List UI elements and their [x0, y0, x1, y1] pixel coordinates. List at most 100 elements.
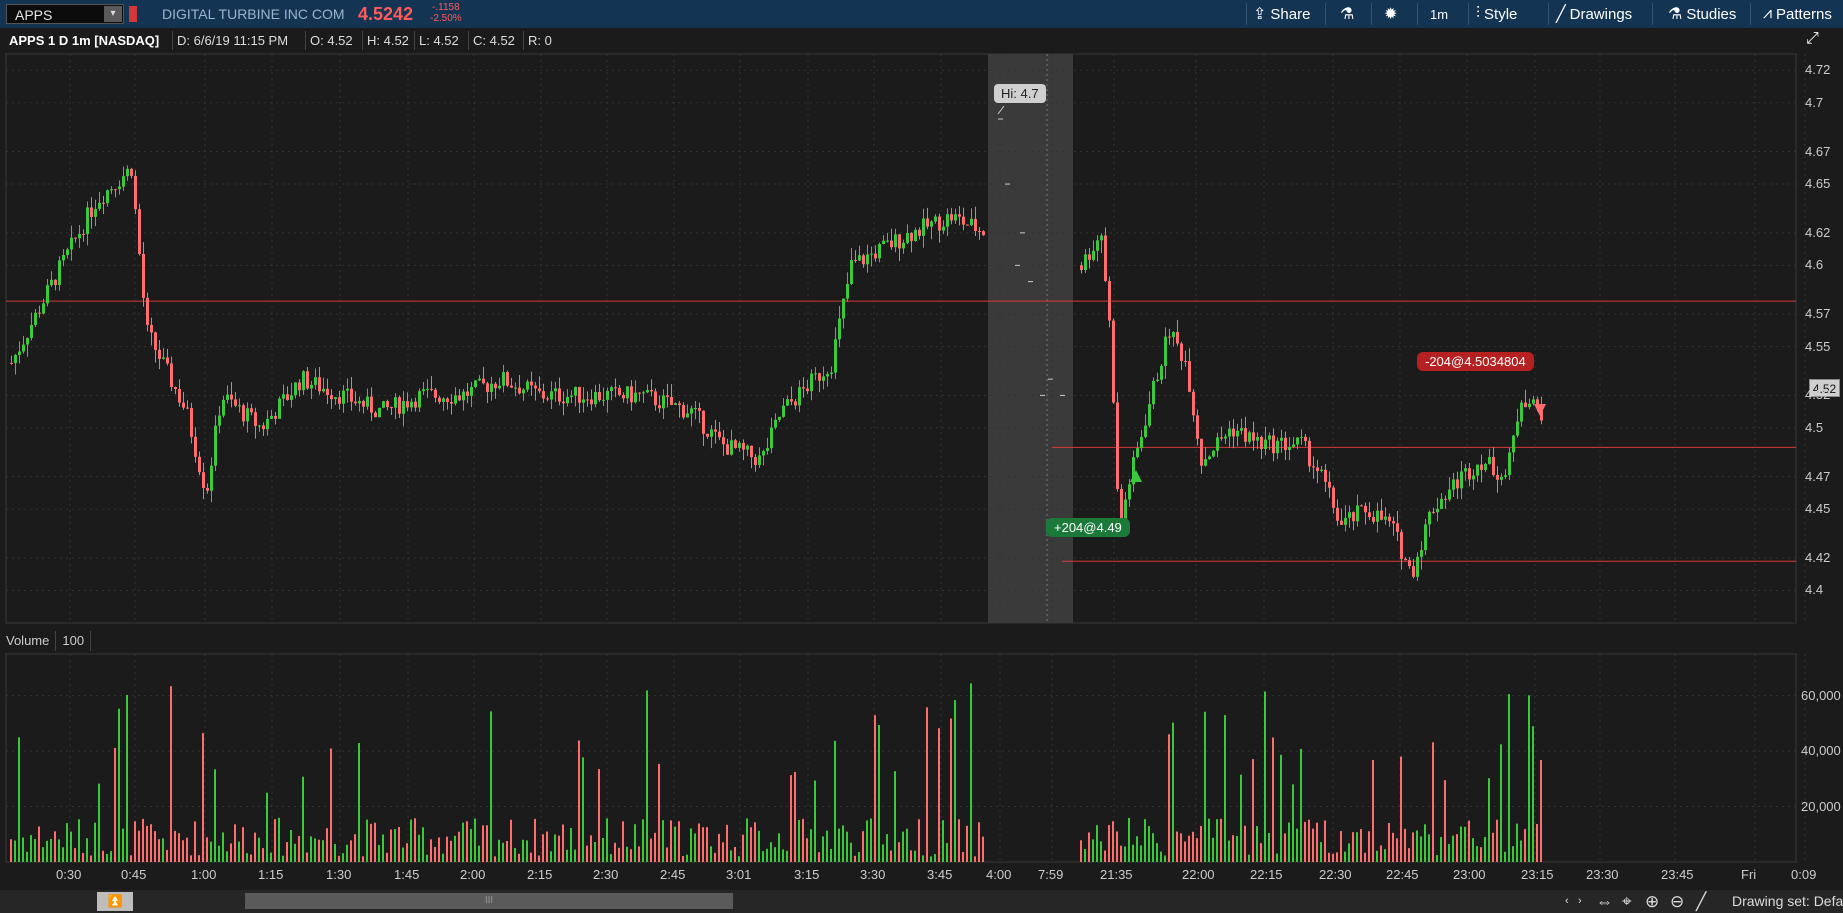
- volume-bar: [1176, 831, 1178, 862]
- volume-bar: [286, 842, 288, 862]
- candle-body: [486, 383, 489, 392]
- candle-body: [378, 407, 381, 418]
- buy-trade-bubble[interactable]: +204@4.49: [1046, 518, 1130, 537]
- volume-bar: [290, 829, 292, 862]
- sell-trade-bubble[interactable]: -204@4.5034804: [1417, 352, 1534, 371]
- volume-bar: [294, 843, 296, 862]
- volume-bar: [162, 838, 164, 862]
- volume-bar: [918, 819, 920, 862]
- volume-bar: [1536, 823, 1538, 862]
- candle-body: [1292, 444, 1295, 447]
- candle-body: [558, 388, 561, 402]
- price-tick-label: 4.55: [1805, 338, 1831, 354]
- candle-body: [698, 408, 701, 411]
- volume-tick-label: 60,000: [1801, 687, 1841, 703]
- volume-title[interactable]: Volume: [0, 631, 57, 651]
- candle-body: [722, 437, 725, 445]
- volume-bar: [354, 834, 356, 862]
- candle-body: [1236, 430, 1239, 437]
- time-tick-label: 0:30: [56, 867, 82, 882]
- volume-bar: [194, 821, 196, 862]
- candle-body: [818, 373, 821, 381]
- candle-body: [302, 371, 305, 391]
- candle-body: [94, 208, 97, 217]
- scrollbar-thumb[interactable]: III: [245, 893, 733, 909]
- candle-body: [850, 259, 853, 284]
- candle-body: [150, 324, 153, 333]
- volume-bar: [134, 821, 136, 862]
- candle-body: [258, 425, 261, 427]
- candle-body: [1444, 498, 1447, 500]
- volume-bar: [1124, 846, 1126, 862]
- volume-bar: [818, 852, 820, 862]
- candle-body: [1152, 380, 1155, 405]
- price-pane: [5, 53, 1797, 624]
- candle-body: [1268, 435, 1271, 440]
- zoom-in-icon[interactable]: ⊕: [1645, 892, 1659, 912]
- volume-bar: [666, 847, 668, 862]
- candle-body: [298, 382, 301, 391]
- volume-bar: [958, 819, 960, 862]
- candle-body: [594, 391, 597, 405]
- volume-bar: [1280, 754, 1282, 862]
- volume-bar: [594, 842, 596, 862]
- volume-bar: [1328, 852, 1330, 862]
- candle-body: [286, 394, 289, 400]
- scroll-right-icon[interactable]: ›: [1578, 895, 1582, 907]
- price-chart[interactable]: [0, 0, 1843, 913]
- candle-body: [1280, 437, 1283, 441]
- candle-body: [702, 410, 705, 434]
- candle-body: [898, 234, 901, 249]
- volume-bar: [794, 771, 796, 862]
- candle-body: [442, 398, 445, 402]
- volume-bar: [1392, 832, 1394, 862]
- candle-body: [690, 408, 693, 414]
- volume-bar: [654, 832, 656, 862]
- volume-bar: [298, 835, 300, 862]
- candle-body: [830, 372, 833, 374]
- volume-bar: [26, 851, 28, 862]
- candle-body: [630, 386, 633, 403]
- volume-bar: [774, 847, 776, 862]
- scroll-left-icon[interactable]: ‹: [1565, 895, 1569, 907]
- volume-bar: [1364, 852, 1366, 862]
- drawing-set-label[interactable]: Drawing set: Defa: [1732, 893, 1843, 909]
- candle-body: [1368, 512, 1371, 518]
- candle-body: [1532, 399, 1535, 404]
- candle-body: [446, 398, 449, 403]
- volume-bar: [166, 849, 168, 862]
- candle-body: [714, 429, 717, 432]
- volume-bar: [1180, 833, 1182, 862]
- volume-bar: [730, 850, 732, 862]
- crosshair-icon[interactable]: ⌖: [1622, 892, 1632, 912]
- volume-bar: [374, 822, 376, 862]
- candle-body: [450, 402, 453, 404]
- volume-bar: [1272, 737, 1274, 862]
- scroll-start-button[interactable]: ⏫: [97, 892, 133, 911]
- candle-body: [982, 231, 985, 236]
- volume-bar: [198, 855, 200, 862]
- zoom-out-icon[interactable]: ⊖: [1670, 892, 1684, 912]
- volume-bar: [522, 839, 524, 862]
- candle-body: [1440, 498, 1443, 509]
- volume-bar: [350, 840, 352, 862]
- volume-bar: [1196, 838, 1198, 862]
- candle-body: [1160, 365, 1163, 380]
- candle-body: [478, 378, 481, 381]
- pan-icon[interactable]: ⇔: [1596, 892, 1613, 912]
- volume-bar: [1284, 833, 1286, 862]
- candle-body: [1460, 471, 1463, 489]
- candle-body: [746, 445, 749, 450]
- pencil-icon[interactable]: ╱: [1696, 892, 1706, 912]
- volume-bar: [402, 847, 404, 862]
- candle-body: [194, 436, 197, 457]
- volume-bar: [406, 843, 408, 862]
- candle-body: [282, 394, 285, 399]
- time-tick-label: 1:30: [326, 867, 352, 882]
- volume-bar: [34, 839, 36, 862]
- candle-body: [1112, 320, 1115, 403]
- candle-body: [274, 415, 277, 419]
- candle-body: [886, 240, 889, 242]
- candle-body: [842, 298, 845, 319]
- candle-body: [1500, 476, 1503, 480]
